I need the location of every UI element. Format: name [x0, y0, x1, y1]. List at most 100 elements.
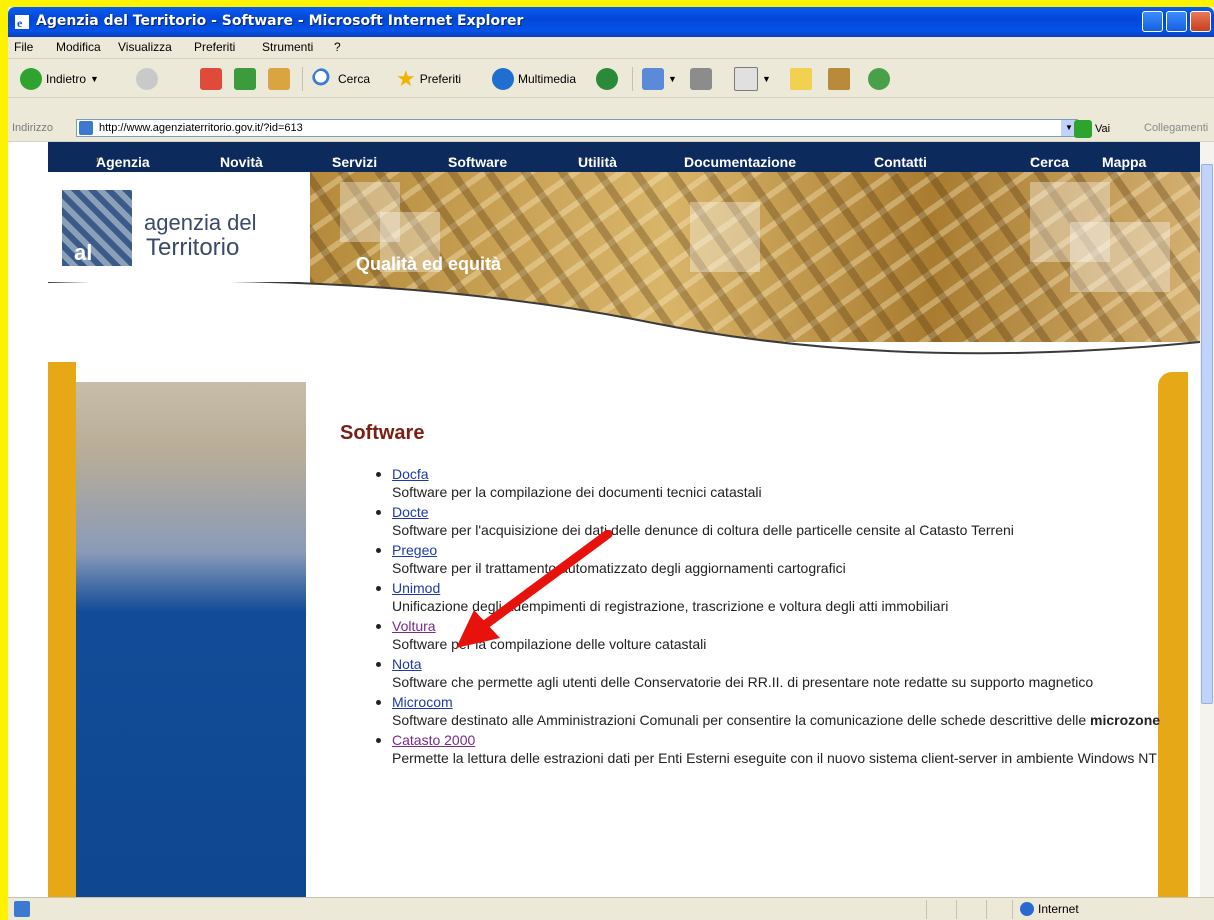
item-description: Software per la compilazione dei documen… [392, 484, 762, 500]
scrollbar-thumb[interactable] [1201, 164, 1213, 704]
go-arrow-icon [1074, 120, 1092, 138]
right-accent-strip [1158, 372, 1188, 897]
software-list: Docfa Software per la compilazione dei d… [340, 465, 1162, 769]
address-input[interactable]: http://www.agenziaterritorio.gov.it/?id=… [76, 119, 1078, 137]
search-button[interactable]: Cerca [312, 67, 370, 91]
note-icon [790, 68, 812, 90]
menu-preferiti[interactable]: Preferiti [194, 40, 235, 54]
refresh-button[interactable] [234, 67, 256, 91]
nota-link[interactable]: Nota [392, 656, 422, 672]
maximize-button[interactable] [1166, 11, 1187, 32]
word-icon [734, 67, 758, 91]
close-button[interactable] [1190, 11, 1211, 32]
site-nav: » Agenzia » Novità » Servizi » Software » Uti… [48, 142, 1200, 172]
page-status-icon [14, 901, 30, 917]
tagline: Qualità ed equità [356, 254, 502, 274]
page-title: Software [340, 422, 425, 444]
menu-strumenti[interactable]: Strumenti [262, 40, 313, 54]
page-icon [79, 121, 93, 135]
printer-icon [690, 68, 712, 90]
page-viewport: » Agenzia » Novità » Servizi » Software » Uti… [8, 142, 1200, 897]
microcom-link[interactable]: Microcom [392, 694, 453, 710]
item-description: Permette la lettura delle estrazioni dat… [392, 750, 1157, 766]
links-button[interactable]: Collegamenti [1144, 122, 1208, 134]
status-divider [1012, 900, 1013, 919]
unimod-link[interactable]: Unimod [392, 580, 440, 596]
voltura-link[interactable]: Voltura [392, 618, 436, 634]
side-drafting-image [76, 302, 306, 897]
history-icon [596, 68, 618, 90]
search-icon [312, 68, 334, 90]
menu-bar: File Modifica Visualizza Preferiti Strum… [8, 37, 1214, 59]
status-divider [986, 900, 987, 919]
mail-button[interactable]: ▼ [642, 67, 677, 91]
menu-modifica[interactable]: Modifica [56, 40, 101, 54]
item-description-bold: microzone [1090, 712, 1161, 728]
agency-logo-mark [62, 190, 132, 266]
logo-al: al [74, 240, 93, 265]
print-button[interactable] [690, 67, 712, 91]
favorites-button[interactable]: ★ Preferiti [396, 66, 461, 91]
list-item: Pregeo Software per il trattamento autom… [376, 541, 1162, 577]
ie-icon: e [15, 15, 29, 30]
stop-icon [200, 68, 222, 90]
globe-icon [1020, 902, 1034, 916]
menu-file[interactable]: File [14, 40, 33, 54]
site-body: al agenzia del Territorio Qualità ed equ… [48, 172, 1200, 897]
item-description: Software destinato alle Amministrazioni … [392, 712, 1087, 728]
research-button[interactable] [828, 67, 850, 91]
menu-help[interactable]: ? [334, 40, 341, 54]
back-arrow-icon [20, 68, 42, 90]
status-divider [926, 900, 927, 919]
logo-text-line2: Territorio [146, 234, 240, 261]
item-description: Software per l'acquisizione dei dati del… [392, 522, 1014, 538]
docfa-link[interactable]: Docfa [392, 466, 429, 482]
forward-button[interactable] [136, 67, 158, 91]
address-bar: Indirizzo http://www.agenziaterritorio.g… [8, 117, 1214, 142]
catasto-2000-link[interactable]: Catasto 2000 [392, 732, 475, 748]
discuss-button[interactable] [790, 67, 812, 91]
list-item: Docfa Software per la compilazione dei d… [376, 465, 1162, 501]
menu-visualizza[interactable]: Visualizza [118, 40, 172, 54]
research-icon [828, 68, 850, 90]
forward-arrow-icon [136, 68, 158, 90]
media-button[interactable]: Multimedia [492, 67, 576, 91]
window-title: Agenzia del Territorio - Software - Micr… [36, 13, 524, 29]
home-button[interactable] [268, 67, 290, 91]
toolbar-separator [302, 67, 303, 91]
docte-link[interactable]: Docte [392, 504, 429, 520]
toolbar: Indietro ▼ Cerca ★ Preferiti Multimedia [8, 59, 1214, 98]
pregeo-link[interactable]: Pregeo [392, 542, 437, 558]
item-description: Unificazione degli adempimenti di regist… [392, 598, 949, 614]
chevron-down-icon: ▼ [90, 74, 99, 84]
left-accent-strip [48, 362, 76, 897]
chevron-down-icon: ▼ [668, 74, 677, 84]
messenger-button[interactable] [868, 67, 890, 91]
list-item: Catasto 2000 Permette la lettura delle e… [376, 731, 1162, 767]
go-button[interactable]: Vai [1074, 120, 1110, 138]
header-wave [48, 282, 1200, 382]
list-item: Nota Software che permette agli utenti d… [376, 655, 1162, 691]
history-button[interactable] [596, 67, 618, 91]
back-button[interactable]: Indietro ▼ [20, 67, 99, 91]
security-zone: Internet [1020, 902, 1079, 916]
refresh-icon [234, 68, 256, 90]
chevron-down-icon: ▼ [762, 74, 771, 84]
edit-button[interactable]: ▼ [734, 67, 771, 91]
address-url: http://www.agenziaterritorio.gov.it/?id=… [99, 122, 303, 134]
item-description: Software che permette agli utenti delle … [392, 674, 1094, 690]
mail-icon [642, 68, 664, 90]
stop-button[interactable] [200, 67, 222, 91]
list-item: Voltura Software per la compilazione del… [376, 617, 1162, 653]
star-icon: ★ [396, 66, 416, 91]
status-bar: Internet [8, 897, 1214, 920]
messenger-icon [868, 68, 890, 90]
vertical-scrollbar[interactable] [1200, 142, 1214, 897]
browser-window: e Agenzia del Territorio - Software - Mi… [8, 7, 1214, 920]
minimize-button[interactable] [1142, 11, 1163, 32]
item-description: Software per la compilazione delle voltu… [392, 636, 707, 652]
list-item: Docte Software per l'acquisizione dei da… [376, 503, 1162, 539]
list-item: Microcom Software destinato alle Amminis… [376, 693, 1162, 729]
item-description: Software per il trattamento automatizzat… [392, 560, 846, 576]
svg-text:e: e [17, 16, 23, 30]
